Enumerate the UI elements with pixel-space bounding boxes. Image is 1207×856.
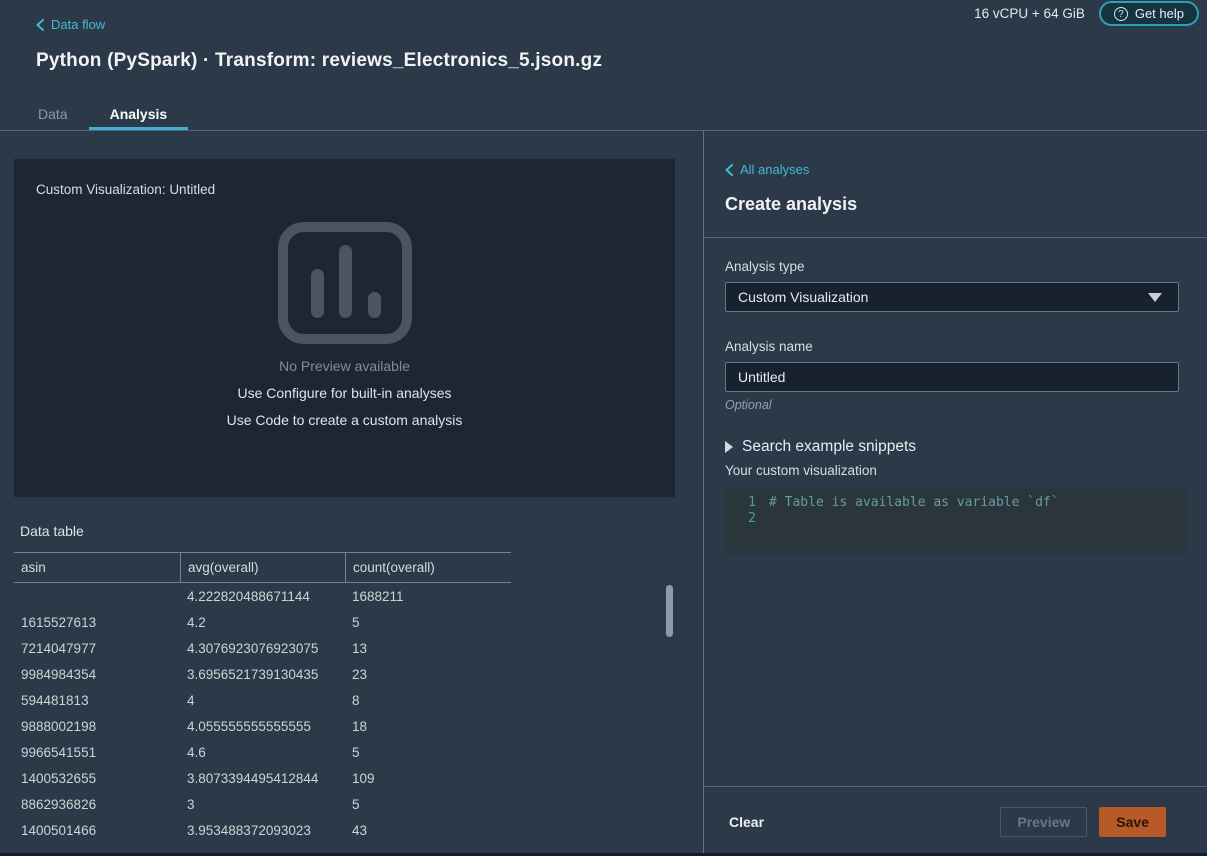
cell-asin: 9966541551 — [14, 745, 180, 760]
custom-viz-label: Your custom visualization — [725, 463, 1179, 478]
chevron-left-icon — [36, 19, 44, 31]
analysis-name-input[interactable] — [725, 362, 1179, 392]
analysis-name-label: Analysis name — [725, 339, 1179, 354]
table-row: 1400532655 3.8073394495412844 109 — [14, 765, 511, 791]
cell-avg-overall: 4.3076923076923075 — [180, 641, 345, 656]
table-row: 594481813 4 8 — [14, 687, 511, 713]
cell-avg-overall: 4 — [180, 693, 345, 708]
all-analyses-label: All analyses — [740, 162, 809, 177]
column-header-avg-overall: avg(overall) — [180, 553, 345, 582]
cell-asin: 1615527613 — [14, 615, 180, 630]
all-analyses-link[interactable]: All analyses — [725, 162, 1179, 177]
save-button[interactable]: Save — [1099, 807, 1166, 837]
table-row: 8862936826 3 5 — [14, 791, 511, 817]
data-table: asin avg(overall) count(overall) 4.22282… — [14, 552, 511, 843]
line-number: 1 — [725, 495, 756, 511]
clear-button[interactable]: Clear — [729, 814, 764, 830]
search-snippets-toggle[interactable]: Search example snippets — [725, 438, 1179, 456]
code-editor[interactable]: 1 # Table is available as variable `df` … — [725, 488, 1187, 555]
cell-avg-overall: 3 — [180, 797, 345, 812]
cell-count-overall: 1688211 — [345, 589, 511, 604]
bar-chart-icon — [278, 222, 412, 344]
panel-body: Analysis type Custom Visualization Analy… — [704, 238, 1207, 555]
chevron-down-icon — [1148, 293, 1162, 302]
code-line: 2 — [725, 511, 1187, 527]
get-help-button[interactable]: ? Get help — [1099, 1, 1199, 26]
cell-count-overall: 18 — [345, 719, 511, 734]
cell-asin: 594481813 — [14, 693, 180, 708]
table-row: 9888002198 4.055555555555555 18 — [14, 713, 511, 739]
get-help-label: Get help — [1135, 6, 1184, 21]
preview-button[interactable]: Preview — [1000, 807, 1087, 837]
cell-count-overall: 5 — [345, 797, 511, 812]
triangle-right-icon — [725, 441, 733, 453]
cell-count-overall: 5 — [345, 745, 511, 760]
cell-count-overall: 43 — [345, 823, 511, 838]
analysis-preview-pane: Custom Visualization: Untitled No Previe… — [0, 131, 703, 856]
help-question-icon: ? — [1114, 7, 1128, 21]
panel-title: Create analysis — [725, 194, 1179, 215]
analysis-type-label: Analysis type — [725, 259, 1179, 274]
table-header-row: asin avg(overall) count(overall) — [14, 552, 511, 583]
cell-count-overall: 5 — [345, 615, 511, 630]
code-text — [756, 511, 769, 527]
hint-code: Use Code to create a custom analysis — [227, 412, 463, 428]
preview-card: Custom Visualization: Untitled No Previe… — [14, 159, 675, 497]
cell-asin: 9888002198 — [14, 719, 180, 734]
cell-asin: 1400501466 — [14, 823, 180, 838]
page-title: Python (PySpark) · Transform: reviews_El… — [36, 50, 602, 72]
create-analysis-panel: All analyses Create analysis Analysis ty… — [703, 131, 1207, 856]
vertical-scrollbar-thumb[interactable] — [666, 585, 673, 637]
preview-card-title: Custom Visualization: Untitled — [36, 182, 215, 197]
cell-avg-overall: 4.222820488671144 — [180, 589, 345, 604]
breadcrumb-data-flow[interactable]: Data flow — [36, 17, 105, 32]
table-row: 4.222820488671144 1688211 — [14, 583, 511, 609]
cell-avg-overall: 3.8073394495412844 — [180, 771, 345, 786]
resources-indicator: 16 vCPU + 64 GiB — [974, 6, 1085, 21]
table-row: 9984984354 3.6956521739130435 23 — [14, 661, 511, 687]
tab-data[interactable]: Data — [17, 97, 89, 130]
tab-analysis[interactable]: Analysis — [89, 97, 189, 130]
app-window: Data flow 16 vCPU + 64 GiB ? Get help Py… — [0, 0, 1207, 856]
code-line: 1 # Table is available as variable `df` — [725, 495, 1187, 511]
code-text: # Table is available as variable `df` — [756, 495, 1059, 511]
table-body: 4.222820488671144 1688211 1615527613 4.2… — [14, 583, 511, 843]
cell-avg-overall: 4.6 — [180, 745, 345, 760]
search-snippets-label: Search example snippets — [742, 438, 916, 456]
cell-count-overall: 8 — [345, 693, 511, 708]
table-row: 9966541551 4.6 5 — [14, 739, 511, 765]
panel-footer: Clear Preview Save — [704, 786, 1207, 856]
cell-avg-overall: 4.2 — [180, 615, 345, 630]
data-table-title: Data table — [20, 523, 84, 539]
panel-header: All analyses Create analysis — [704, 131, 1207, 238]
table-row: 1400501466 3.953488372093023 43 — [14, 817, 511, 843]
analysis-type-value: Custom Visualization — [738, 289, 868, 305]
analysis-type-select[interactable]: Custom Visualization — [725, 282, 1179, 312]
column-header-count-overall: count(overall) — [345, 553, 511, 582]
cell-count-overall: 23 — [345, 667, 511, 682]
topbar-right: 16 vCPU + 64 GiB ? Get help — [974, 0, 1199, 40]
cell-count-overall: 13 — [345, 641, 511, 656]
no-preview-text: No Preview available — [279, 358, 410, 374]
cell-avg-overall: 3.953488372093023 — [180, 823, 345, 838]
tab-bar: Data Analysis — [0, 97, 1207, 131]
line-number: 2 — [725, 511, 756, 527]
cell-asin: 9984984354 — [14, 667, 180, 682]
optional-note: Optional — [725, 398, 1179, 412]
cell-asin: 8862936826 — [14, 797, 180, 812]
cell-asin: 7214047977 — [14, 641, 180, 656]
cell-count-overall: 109 — [345, 771, 511, 786]
hint-configure: Use Configure for built-in analyses — [238, 385, 452, 401]
chevron-left-icon — [725, 164, 733, 176]
table-row: 1615527613 4.2 5 — [14, 609, 511, 635]
table-row: 7214047977 4.3076923076923075 13 — [14, 635, 511, 661]
cell-avg-overall: 3.6956521739130435 — [180, 667, 345, 682]
column-header-asin: asin — [14, 560, 180, 575]
cell-asin: 1400532655 — [14, 771, 180, 786]
breadcrumb-label: Data flow — [51, 17, 105, 32]
cell-avg-overall: 4.055555555555555 — [180, 719, 345, 734]
